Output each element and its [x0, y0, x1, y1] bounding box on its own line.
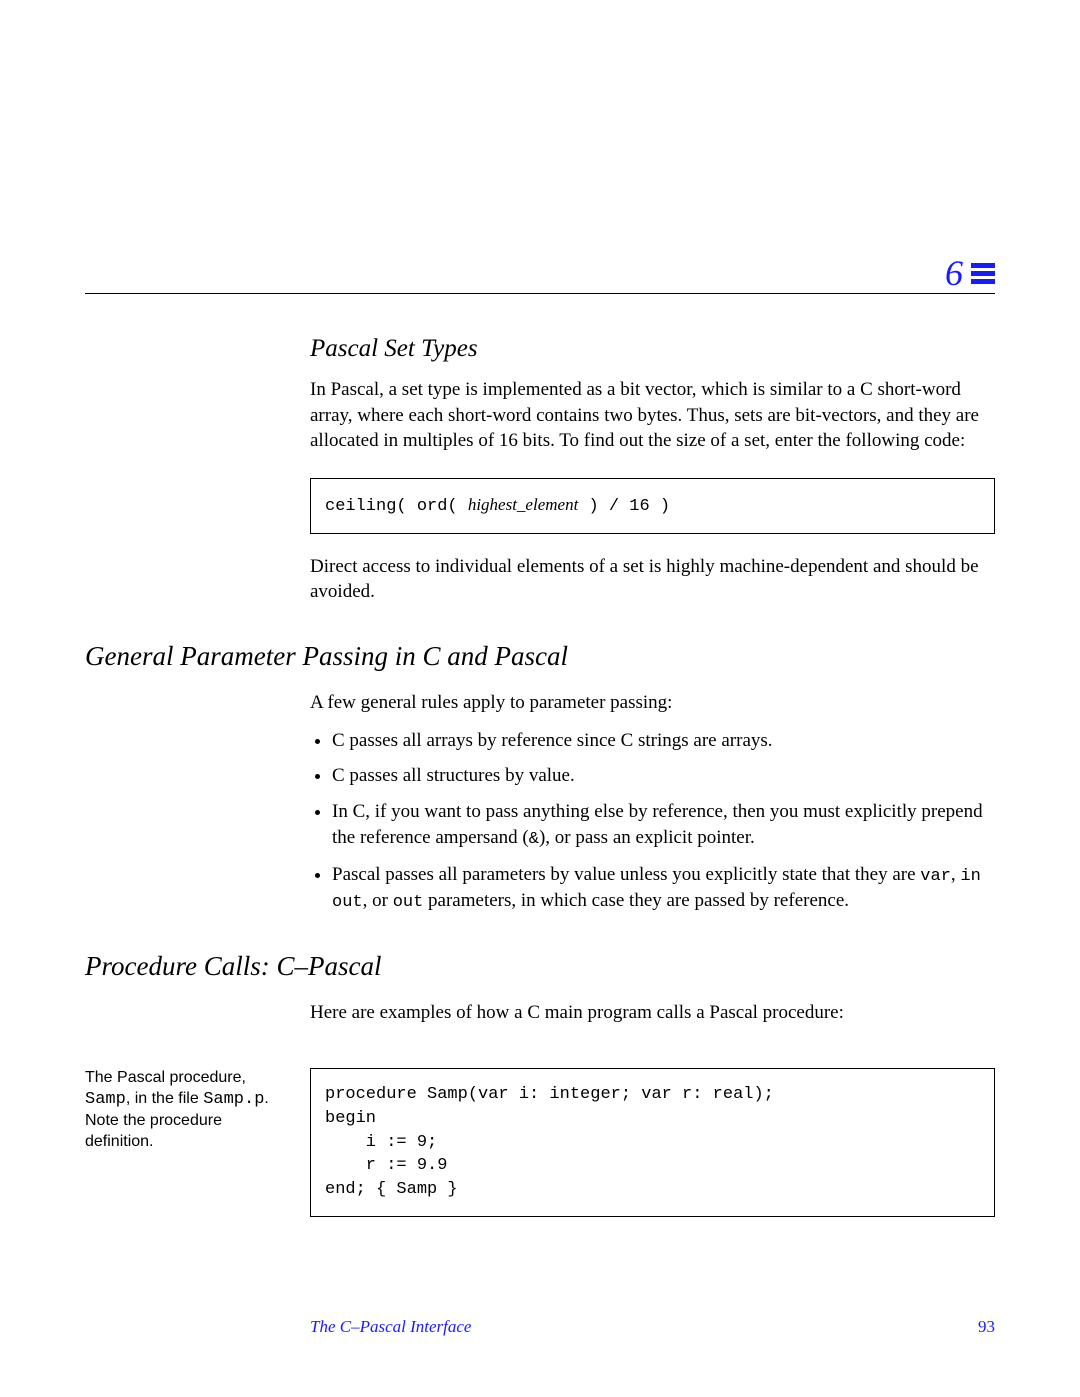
code-argument: highest_element: [468, 495, 578, 514]
code-inline: &: [529, 830, 539, 849]
footer: The C–Pascal Interface 93: [85, 1317, 995, 1337]
section-heading-procedure: Procedure Calls: C–Pascal: [85, 951, 995, 982]
paragraph: A few general rules apply to parameter p…: [310, 690, 995, 716]
code-box: procedure Samp(var i: integer; var r: re…: [310, 1068, 995, 1217]
side-note: The Pascal procedure, Samp, in the file …: [85, 1068, 293, 1152]
text: The Pascal procedure,: [85, 1069, 246, 1086]
paragraph: Here are examples of how a C main progra…: [310, 1000, 995, 1026]
code-inline: Samp: [85, 1090, 126, 1109]
chapter-number: 6: [945, 252, 963, 294]
text: Pascal passes all parameters by value un…: [332, 864, 920, 885]
section-pascal-set-types: Pascal Set Types In Pascal, a set type i…: [310, 335, 995, 605]
code-text: ceiling( ord(: [325, 497, 468, 516]
code-inline: out: [393, 893, 424, 912]
section-heading-general: General Parameter Passing in C and Pasca…: [85, 641, 995, 672]
body: Pascal Set Types In Pascal, a set type i…: [85, 335, 995, 1237]
list-item: Pascal passes all parameters by value un…: [332, 862, 995, 916]
text: ), or pass an explicit pointer.: [539, 827, 755, 848]
text: , in the file: [126, 1090, 203, 1107]
section-procedure-calls: Here are examples of how a C main progra…: [310, 1000, 995, 1026]
footer-title: The C–Pascal Interface: [310, 1317, 471, 1337]
section-general-parameter: A few general rules apply to parameter p…: [310, 690, 995, 915]
page-number: 93: [978, 1317, 995, 1337]
text: parameters, in which case they are passe…: [423, 890, 849, 911]
code-box: ceiling( ord( highest_element ) / 16 ): [310, 478, 995, 534]
header-rule: [85, 293, 995, 294]
list-item: C passes all structures by value.: [332, 763, 995, 789]
text: , or: [363, 890, 393, 911]
code-text: ) / 16 ): [578, 497, 670, 516]
menu-icon: [971, 261, 995, 285]
chapter-marker: 6: [945, 252, 995, 294]
list-item: C passes all arrays by reference since C…: [332, 728, 995, 754]
bullet-list: C passes all arrays by reference since C…: [310, 728, 995, 916]
paragraph: In Pascal, a set type is implemented as …: [310, 377, 995, 454]
list-item: In C, if you want to pass anything else …: [332, 799, 995, 852]
page: 6 Pascal Set Types In Pascal, a set type…: [0, 0, 1080, 1397]
example-row: The Pascal procedure, Samp, in the file …: [85, 1068, 995, 1217]
code-inline: var: [920, 867, 951, 886]
code-inline: Samp.p: [203, 1090, 264, 1109]
text: ,: [951, 864, 961, 885]
section-heading: Pascal Set Types: [310, 335, 995, 363]
paragraph: Direct access to individual elements of …: [310, 554, 995, 605]
